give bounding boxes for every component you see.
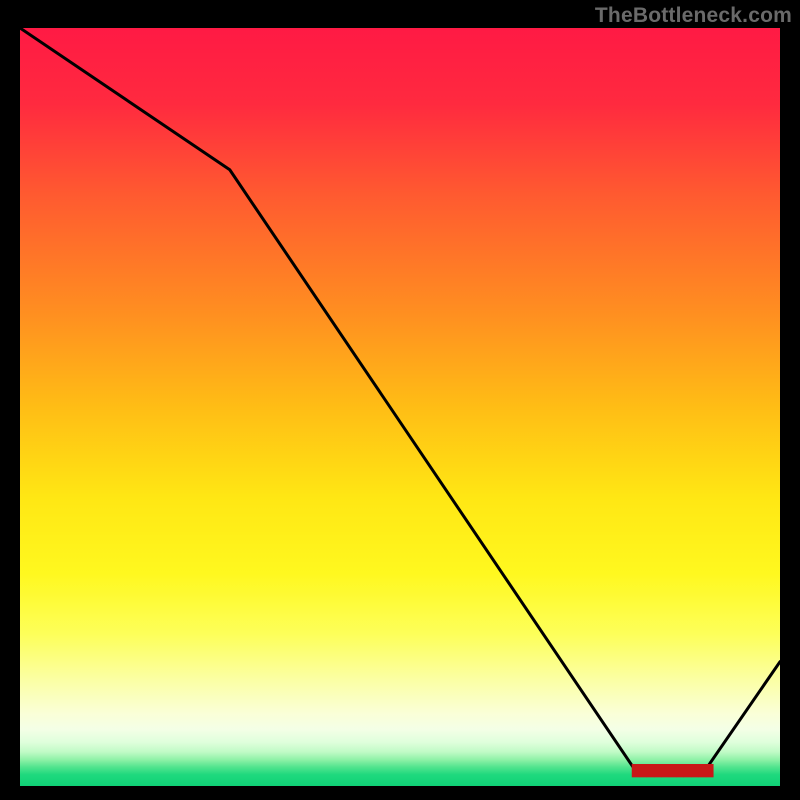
chart-svg <box>20 28 780 786</box>
watermark-text: TheBottleneck.com <box>595 4 792 28</box>
plot-area: ███████████ <box>20 28 780 786</box>
gradient-background <box>20 28 780 786</box>
chart-frame: TheBottleneck.com ███████████ <box>0 0 800 800</box>
x-axis-marker: ███████████ <box>632 765 713 777</box>
